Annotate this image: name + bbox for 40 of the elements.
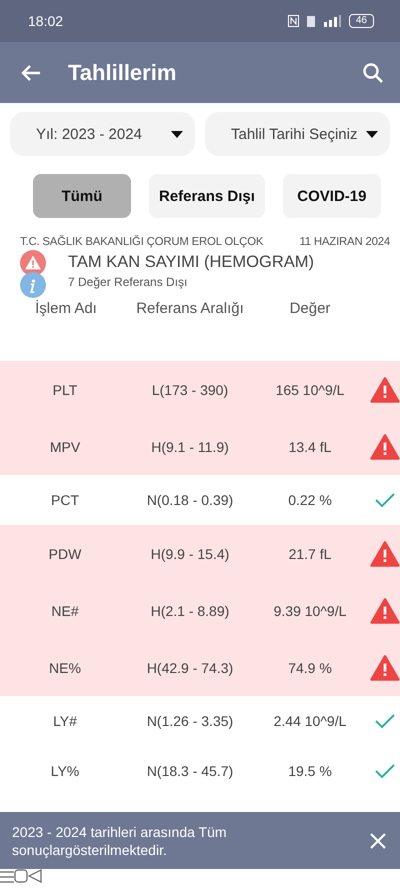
result-value: 165 10^9/L [274, 382, 346, 398]
reference-range: H(2.1 - 8.89) [150, 602, 230, 618]
reference-range: N(18.3 - 45.7) [146, 763, 234, 779]
filter-tab[interactable]: Tümü [33, 174, 131, 218]
test-code: PDW [48, 546, 82, 562]
reference-range: N(1.26 - 3.35) [146, 713, 234, 729]
out-of-range-summary: 7 Değer Referans Dışı [68, 275, 188, 289]
column-header: Referans Aralığı [135, 300, 245, 319]
result-value: 74.9 % [287, 660, 333, 676]
reference-range: H(9.1 - 11.9) [150, 438, 230, 454]
filter-tab[interactable]: Referans Dışı [149, 174, 265, 218]
test-code: NE# [50, 602, 80, 618]
filter-tab[interactable]: COVID-19 [282, 174, 381, 218]
reference-range: H(9.9 - 15.4) [150, 546, 230, 562]
page-title: Tahlillerim [68, 60, 178, 86]
test-code: PCT [50, 492, 80, 508]
battery-icon: 46 [348, 14, 374, 28]
result-value: 19.5 % [287, 763, 333, 779]
institution-name: T.C. SAĞLIK BAKANLIĞI ÇORUM EROL OLÇOK [20, 236, 264, 248]
result-value: 21.7 fL [288, 546, 332, 562]
test-name: TAM KAN SAYIMI (HEMOGRAM) [68, 252, 314, 272]
column-header: Değer [288, 300, 332, 319]
result-value: 13.4 fL [288, 438, 332, 454]
reference-range: N(0.18 - 0.39) [146, 492, 234, 508]
filter-dropdown[interactable]: Tahlil Tarihi Seçiniz [205, 112, 390, 156]
reference-range: L(173 - 390) [150, 382, 230, 398]
column-header: İşlem Adı [34, 300, 98, 319]
result-value: 0.22 % [287, 492, 333, 508]
test-code: LY% [50, 763, 80, 779]
test-code: PLT [52, 382, 78, 398]
result-date: 11 HAZIRAN 2024 [300, 236, 390, 248]
test-code: NE% [48, 660, 82, 676]
filter-dropdown[interactable]: Yıl: 2023 - 2024 [10, 112, 195, 156]
result-value: 9.39 10^9/L [272, 602, 348, 618]
reference-range: H(42.9 - 74.3) [146, 660, 234, 676]
test-code: MPV [48, 438, 82, 454]
test-code: LY# [52, 713, 78, 729]
status-time: 18:02 [28, 13, 64, 29]
result-value: 2.44 10^9/L [272, 713, 348, 729]
snackbar-message: 2023 - 2024 tarihleri arasında Tüm sonuçlargösterilmektedir. [12, 822, 228, 858]
